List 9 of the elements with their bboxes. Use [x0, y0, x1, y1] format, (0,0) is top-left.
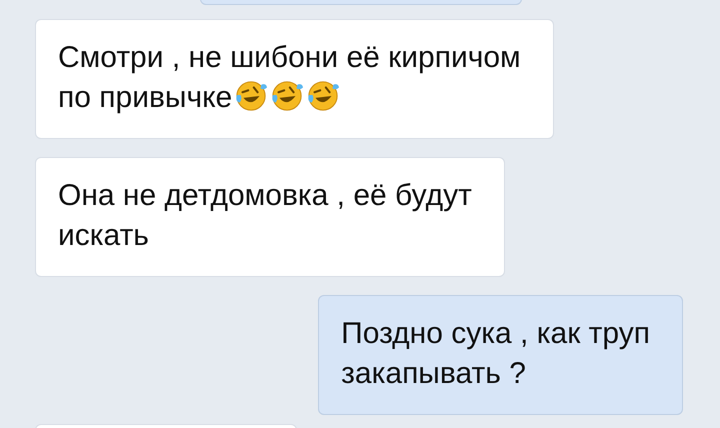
- message-text: Она не детдомовка , её будут: [58, 179, 472, 212]
- message-text: по привычке: [58, 81, 232, 114]
- laughing-face-icon: [234, 79, 268, 113]
- message-text: Смотри , не шибони её кирпичом: [58, 41, 521, 74]
- laughing-face-icon: [270, 79, 304, 113]
- message-text: искать: [58, 219, 149, 252]
- laughing-face-icon: [306, 79, 340, 113]
- message-text: закапывать ?: [341, 357, 526, 390]
- message-text: Поздно сука , как труп: [341, 317, 650, 350]
